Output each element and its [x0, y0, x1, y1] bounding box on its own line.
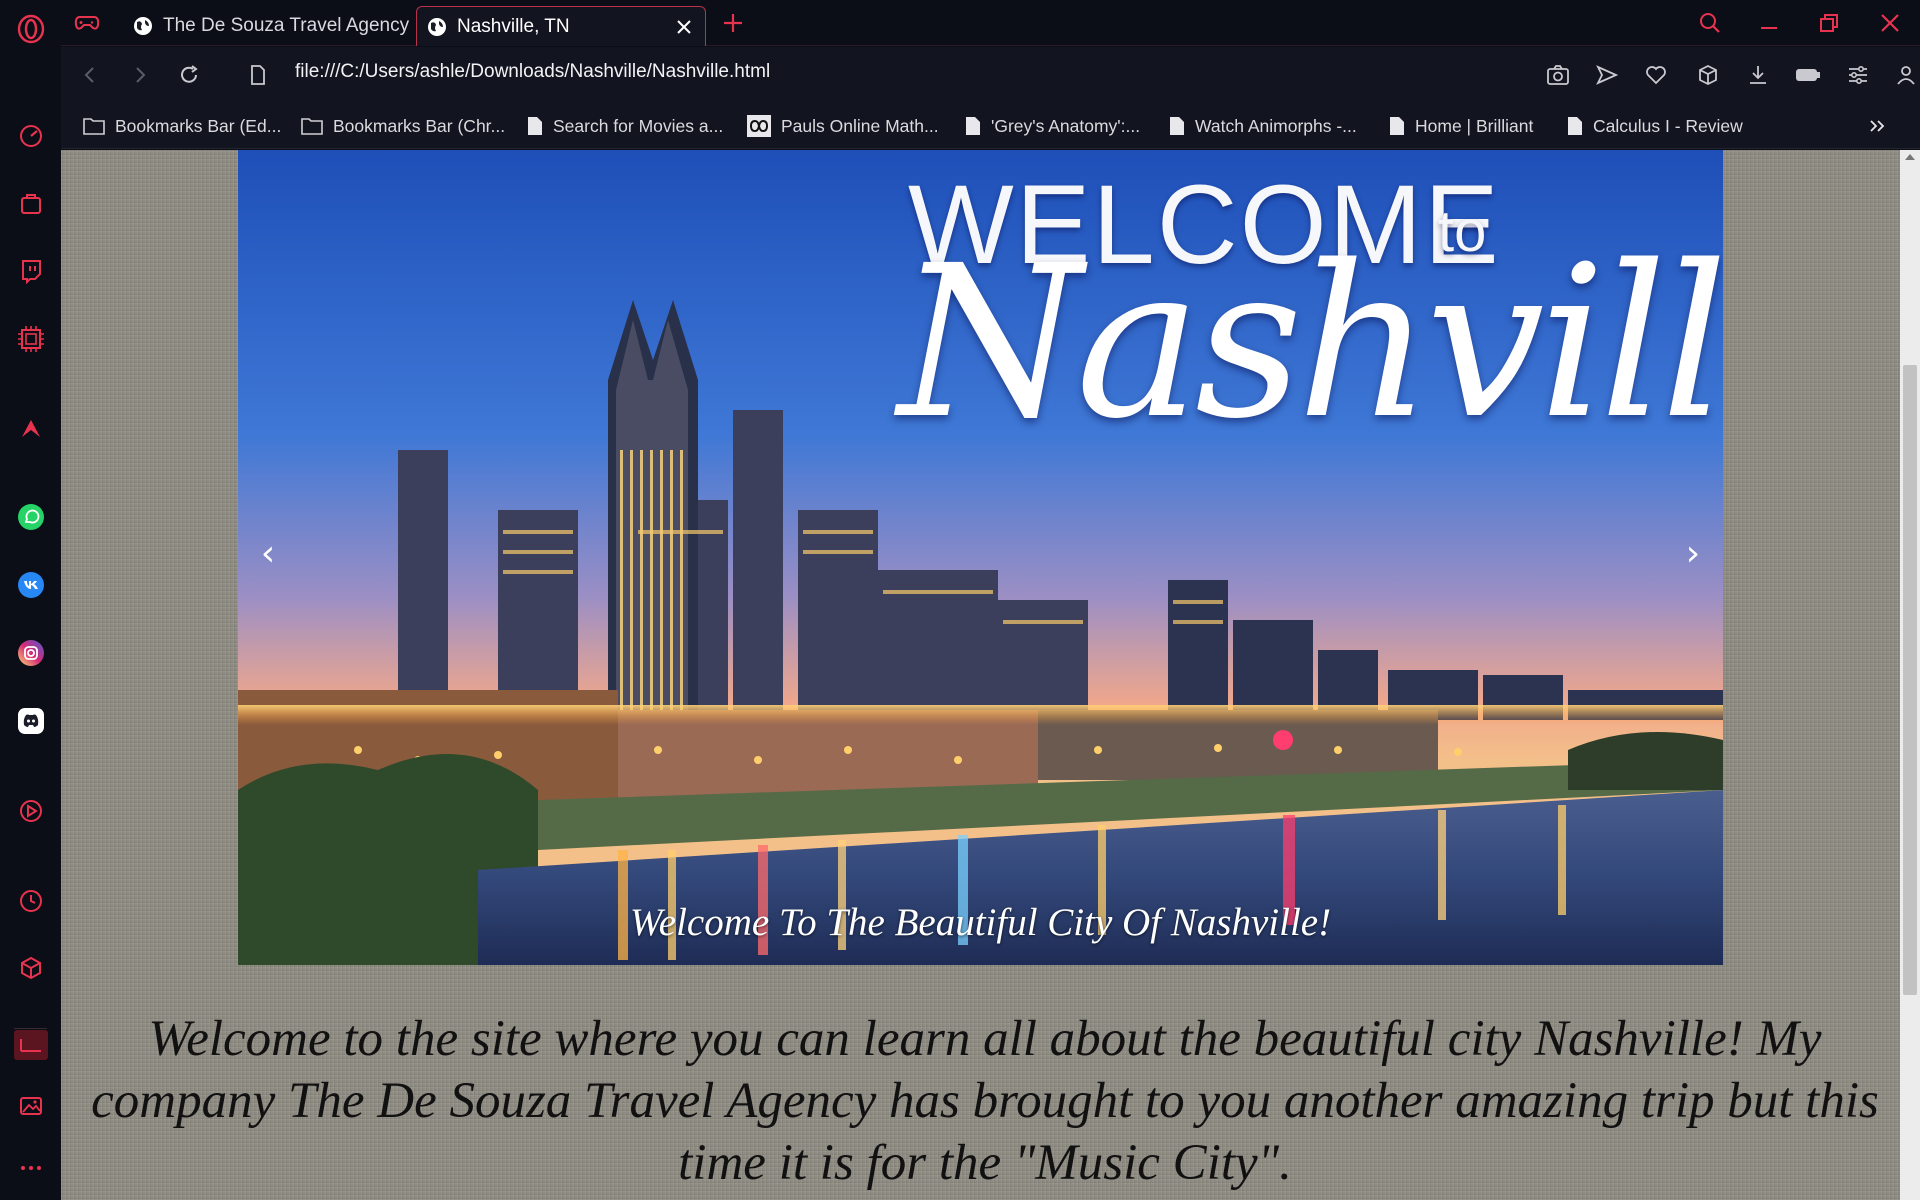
bookmark-folder-edge[interactable]: Bookmarks Bar (Ed...: [83, 114, 281, 138]
bookmark-calculus[interactable]: Calculus I - Review: [1567, 114, 1743, 138]
browser-sidebar: [0, 0, 61, 1200]
intro-paragraph: Welcome to the site where you can learn …: [91, 1011, 1879, 1191]
send-icon[interactable]: [1592, 60, 1622, 90]
instagram-icon[interactable]: [8, 630, 53, 675]
bookmark-search-movies[interactable]: Search for Movies a...: [527, 114, 723, 138]
minimize-icon[interactable]: [1744, 0, 1794, 46]
bookmark-label: Search for Movies a...: [553, 115, 724, 136]
vk-icon[interactable]: [8, 562, 53, 607]
forward-icon[interactable]: [125, 60, 155, 90]
more-icon[interactable]: [8, 1145, 53, 1190]
tab-nashville[interactable]: Nashville, TN: [416, 6, 706, 46]
globe-icon: [133, 16, 153, 36]
page-scrollbar[interactable]: [1900, 150, 1920, 1200]
twitch-icon[interactable]: [8, 248, 53, 293]
tab-bar: The De Souza Travel Agency Nashville, TN: [61, 0, 1920, 46]
carousel-caption: Welcome To The Beautiful City Of Nashvil…: [629, 901, 1332, 944]
battery-saver-icon[interactable]: [1793, 60, 1823, 90]
bookmark-greys-anatomy[interactable]: 'Grey's Anatomy':...: [965, 114, 1140, 138]
memory-chip-icon[interactable]: [8, 316, 53, 361]
address-bar: file:///C:/Users/ashle/Downloads/Nashvil…: [61, 47, 1920, 103]
bookmark-label: Bookmarks Bar (Ed...: [115, 115, 282, 136]
player-icon[interactable]: [8, 788, 53, 833]
bookmark-label: Calculus I - Review: [1593, 115, 1743, 136]
bookmark-label: Bookmarks Bar (Chr...: [333, 115, 506, 136]
carousel-prev-button[interactable]: ‹: [248, 528, 288, 578]
speed-dial-icon[interactable]: [8, 113, 53, 158]
cube-icon[interactable]: [1693, 60, 1723, 90]
globe-icon: [427, 17, 447, 37]
shopping-bag-icon[interactable]: [8, 180, 53, 225]
page-icon: [1169, 116, 1195, 136]
tab-title: The De Souza Travel Agency: [163, 15, 410, 36]
carousel-next-button[interactable]: ›: [1673, 528, 1713, 578]
bookmark-folder-chrome[interactable]: Bookmarks Bar (Chr...: [301, 114, 505, 138]
page-icon: [1567, 116, 1593, 136]
profile-icon[interactable]: [1891, 60, 1920, 90]
aria-icon[interactable]: [8, 405, 53, 450]
scrollbar-thumb[interactable]: [1903, 365, 1917, 995]
reload-icon[interactable]: [174, 60, 204, 90]
gx-corner-icon[interactable]: [8, 1022, 53, 1067]
scroll-up-icon[interactable]: [1905, 154, 1915, 160]
page-icon: [527, 116, 553, 136]
close-tab-icon[interactable]: [673, 16, 695, 38]
folder-icon: [83, 117, 115, 135]
infinity-icon: [747, 115, 781, 137]
tab-title: Nashville, TN: [457, 15, 570, 37]
url-field[interactable]: file:///C:/Users/ashle/Downloads/Nashvil…: [295, 61, 770, 83]
history-icon[interactable]: [8, 878, 53, 923]
opera-logo-icon[interactable]: [8, 6, 53, 51]
bookmark-brilliant[interactable]: Home | Brilliant: [1389, 114, 1533, 138]
page-icon: [1389, 116, 1415, 136]
close-window-icon[interactable]: [1865, 0, 1915, 46]
whatsapp-icon[interactable]: [8, 494, 53, 539]
page-viewport: WELCOME to Nashville ‹ › Welcome To The …: [61, 150, 1900, 1200]
gx-control-icon[interactable]: [73, 10, 101, 36]
bookmark-animorphs[interactable]: Watch Animorphs -...: [1169, 114, 1357, 138]
gallery-icon[interactable]: [8, 1083, 53, 1128]
heart-icon[interactable]: [1641, 60, 1671, 90]
discord-icon[interactable]: [8, 698, 53, 743]
page-icon: [965, 116, 991, 136]
search-tabs-icon[interactable]: [1685, 0, 1735, 46]
bookmarks-overflow-icon[interactable]: [1869, 114, 1897, 138]
hero-nashville-script: Nashville: [898, 220, 1723, 465]
bookmark-label: Pauls Online Math...: [781, 115, 939, 136]
easy-setup-icon[interactable]: [1843, 60, 1873, 90]
bookmark-pauls-math[interactable]: Pauls Online Math...: [747, 114, 939, 138]
bookmark-label: 'Grey's Anatomy':...: [991, 115, 1141, 136]
snapshot-icon[interactable]: [1543, 60, 1573, 90]
bookmarks-bar: Bookmarks Bar (Ed... Bookmarks Bar (Chr.…: [61, 103, 1920, 149]
back-icon[interactable]: [75, 60, 105, 90]
folder-icon: [301, 117, 333, 135]
download-icon[interactable]: [1743, 60, 1773, 90]
extensions-icon[interactable]: [8, 945, 53, 990]
page-info-icon[interactable]: [243, 60, 273, 90]
restore-icon[interactable]: [1804, 0, 1854, 46]
bookmark-label: Home | Brilliant: [1415, 115, 1534, 136]
bookmark-label: Watch Animorphs -...: [1195, 115, 1357, 136]
new-tab-icon[interactable]: [720, 10, 746, 36]
image-carousel: WELCOME to Nashville ‹ › Welcome To The …: [238, 150, 1723, 965]
